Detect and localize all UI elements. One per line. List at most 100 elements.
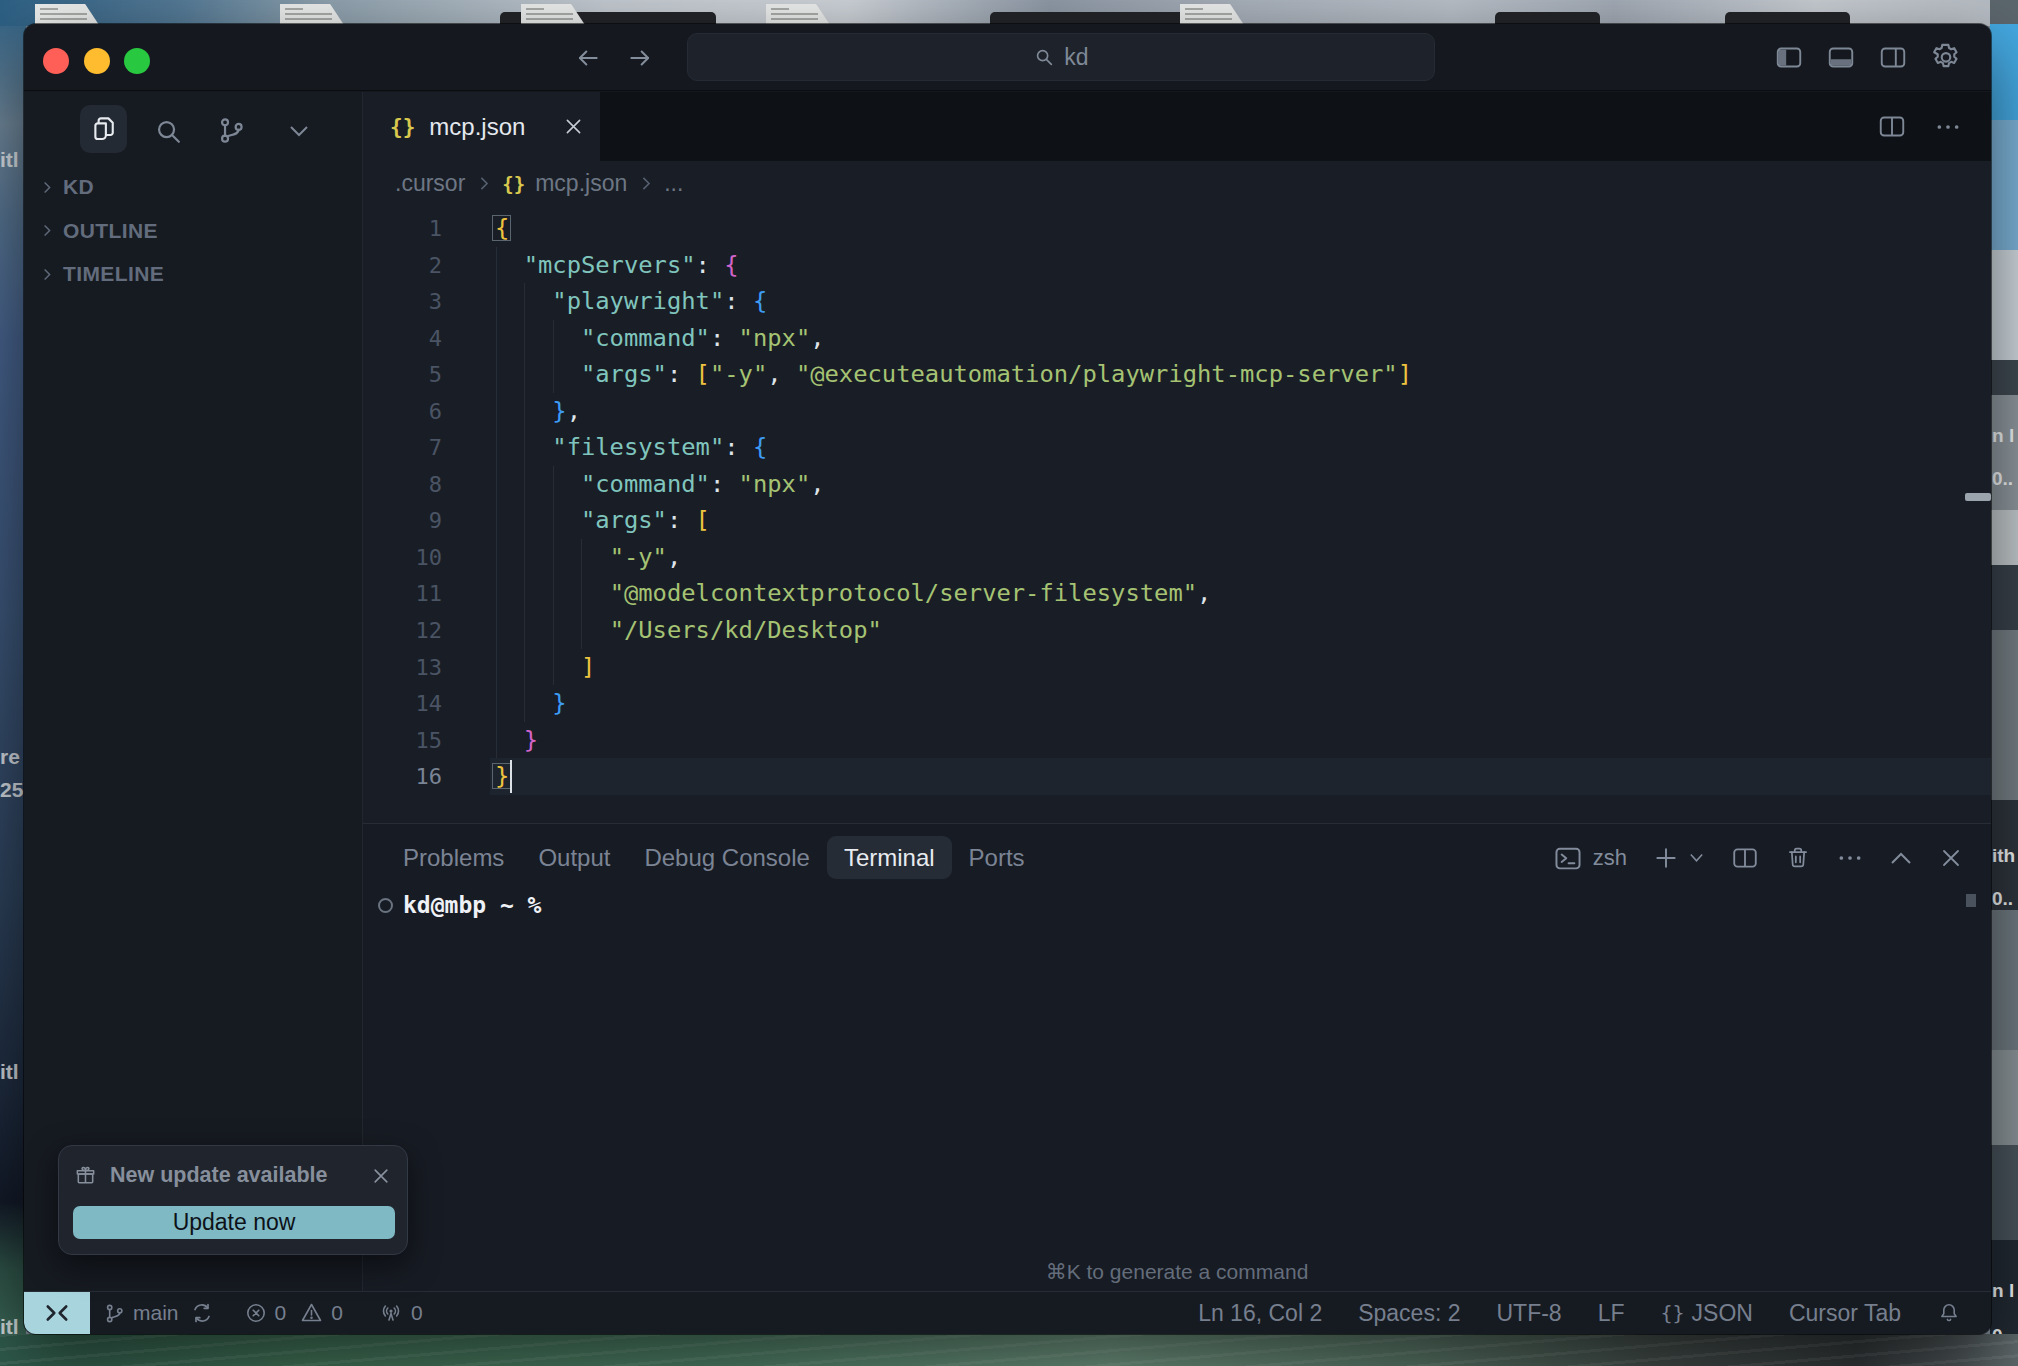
code-line[interactable]: 14 } (363, 685, 1991, 722)
line-number: 7 (363, 430, 442, 467)
breadcrumb-file[interactable]: mcp.json (535, 170, 627, 197)
sidebar-section-kd[interactable]: KD (24, 167, 362, 207)
line-number: 5 (363, 357, 442, 394)
code-line[interactable]: 12 "/Users/kd/Desktop" (363, 612, 1991, 649)
code-line[interactable]: 7 "filesystem": { (363, 429, 1991, 466)
kill-terminal-icon[interactable] (1785, 845, 1811, 871)
terminal-prompt: kd@mbp ~ % (403, 892, 541, 918)
status-cursor-tab[interactable]: Cursor Tab (1789, 1300, 1901, 1327)
scrollbar-thumb[interactable] (1965, 493, 1991, 501)
warnings-icon (299, 1301, 324, 1325)
toast-close-icon[interactable] (371, 1166, 391, 1186)
tab-close-icon[interactable] (563, 116, 584, 137)
code-line[interactable]: 15 } (363, 722, 1991, 759)
toggle-panel-icon[interactable] (1826, 44, 1856, 71)
code-line[interactable]: 11 "@modelcontextprotocol/server-filesys… (363, 575, 1991, 612)
panel-tab-output[interactable]: Output (521, 836, 627, 879)
background-text-fragment: 0.. (1992, 888, 2013, 910)
panel-tab-ports[interactable]: Ports (952, 836, 1042, 879)
sidebar-section-outline[interactable]: OUTLINE (24, 211, 362, 251)
bell-icon[interactable] (1937, 1301, 1961, 1325)
toggle-secondary-sidebar-icon[interactable] (1878, 44, 1908, 71)
panel-tab-problems[interactable]: Problems (386, 836, 521, 879)
tab-label: mcp.json (429, 113, 525, 141)
panel-tab-terminal[interactable]: Terminal (827, 836, 952, 879)
more-actions-icon[interactable] (1935, 114, 1961, 140)
breadcrumb[interactable]: .cursor {} mcp.json ... (363, 161, 1991, 206)
gear-icon[interactable] (1930, 42, 1962, 74)
line-number: 10 (363, 540, 442, 577)
code-line[interactable]: 1{ (363, 210, 1991, 247)
line-number: 3 (363, 284, 442, 321)
status-lf[interactable]: LF (1598, 1300, 1625, 1327)
traffic-light-minimize[interactable] (84, 48, 110, 74)
maximize-panel-icon[interactable] (1889, 850, 1913, 866)
status-json[interactable]: {}JSON (1660, 1300, 1752, 1327)
background-text-fragment: itl (0, 148, 19, 172)
code-line[interactable]: 4 "command": "npx", (363, 320, 1991, 357)
code-line[interactable]: 5 "args": ["-y", "@executeautomation/pla… (363, 356, 1991, 393)
background-text-fragment: n l (1992, 425, 2014, 447)
background-text-fragment: 0.. (1992, 468, 2013, 490)
traffic-light-close[interactable] (43, 48, 69, 74)
sync-icon (190, 1301, 214, 1325)
search-icon (1033, 46, 1055, 68)
close-panel-icon[interactable] (1939, 846, 1963, 870)
shell-selector[interactable]: zsh (1553, 844, 1627, 872)
status-spaces-2[interactable]: Spaces: 2 (1358, 1300, 1460, 1327)
code-line[interactable]: 3 "playwright": { (363, 283, 1991, 320)
terminal-scrollbar[interactable] (1966, 894, 1976, 907)
chevron-down-icon[interactable] (287, 124, 311, 138)
line-number: 11 (363, 576, 442, 613)
code-line[interactable]: 9 "args": [ (363, 502, 1991, 539)
line-number: 8 (363, 467, 442, 504)
terminal-prompt-line[interactable]: kd@mbp ~ % (378, 892, 541, 918)
source-control-icon[interactable] (216, 115, 247, 146)
code-line[interactable]: 6 }, (363, 393, 1991, 430)
json-file-icon: {} (502, 173, 525, 195)
toggle-sidebar-icon[interactable] (1774, 44, 1804, 71)
panel-more-icon[interactable] (1837, 845, 1863, 871)
forward-arrow-icon[interactable] (627, 45, 653, 71)
status-utf-8[interactable]: UTF-8 (1496, 1300, 1561, 1327)
toast-title: New update available (110, 1163, 327, 1188)
breadcrumb-more[interactable]: ... (664, 170, 683, 197)
split-terminal-icon[interactable] (1731, 845, 1759, 871)
code-line[interactable]: 2 "mcpServers": { (363, 247, 1991, 284)
back-arrow-icon[interactable] (575, 45, 601, 71)
branch-icon (103, 1302, 126, 1325)
sidebar-section-timeline[interactable]: TIMELINE (24, 254, 362, 294)
branch-indicator[interactable]: main (103, 1301, 214, 1325)
code-lines: 1{2 "mcpServers": {3 "playwright": {4 "c… (363, 210, 1991, 795)
background-text-fragment: n l (1992, 1280, 2014, 1302)
line-number: 9 (363, 503, 442, 540)
section-label: KD (63, 175, 94, 199)
terminal-hint: ⌘K to generate a command (363, 1260, 1991, 1284)
new-terminal-icon[interactable] (1653, 845, 1705, 871)
explorer-icon[interactable] (80, 105, 127, 153)
warnings-count: 0 (331, 1301, 343, 1325)
breadcrumb-folder[interactable]: .cursor (395, 170, 465, 197)
panel-tab-debug-console[interactable]: Debug Console (627, 836, 826, 879)
ports-indicator[interactable]: 0 (378, 1301, 423, 1325)
status-bar: main 0 0 0 Ln 16 (24, 1291, 1991, 1334)
code-line[interactable]: 16} (363, 758, 1991, 795)
split-editor-icon[interactable] (1877, 113, 1907, 140)
problems-indicator[interactable]: 0 0 (244, 1301, 343, 1325)
status-ln-16-col-2[interactable]: Ln 16, Col 2 (1198, 1300, 1322, 1327)
code-line[interactable]: 8 "command": "npx", (363, 466, 1991, 503)
remote-indicator[interactable] (24, 1292, 90, 1335)
code-editor[interactable]: 1{2 "mcpServers": {3 "playwright": {4 "c… (363, 206, 1991, 823)
search-sidebar-icon[interactable] (153, 116, 184, 147)
code-line[interactable]: 13 ] (363, 649, 1991, 686)
tab-mcp-json[interactable]: {} mcp.json (363, 92, 600, 161)
shell-label: zsh (1593, 845, 1627, 871)
update-now-button[interactable]: Update now (73, 1206, 395, 1239)
line-number: 6 (363, 394, 442, 431)
search-input[interactable]: kd (687, 33, 1435, 81)
code-line[interactable]: 10 "-y", (363, 539, 1991, 576)
gift-icon (74, 1164, 97, 1187)
tab-bar: {} mcp.json (363, 92, 1991, 161)
traffic-light-zoom[interactable] (124, 48, 150, 74)
line-number: 13 (363, 650, 442, 687)
